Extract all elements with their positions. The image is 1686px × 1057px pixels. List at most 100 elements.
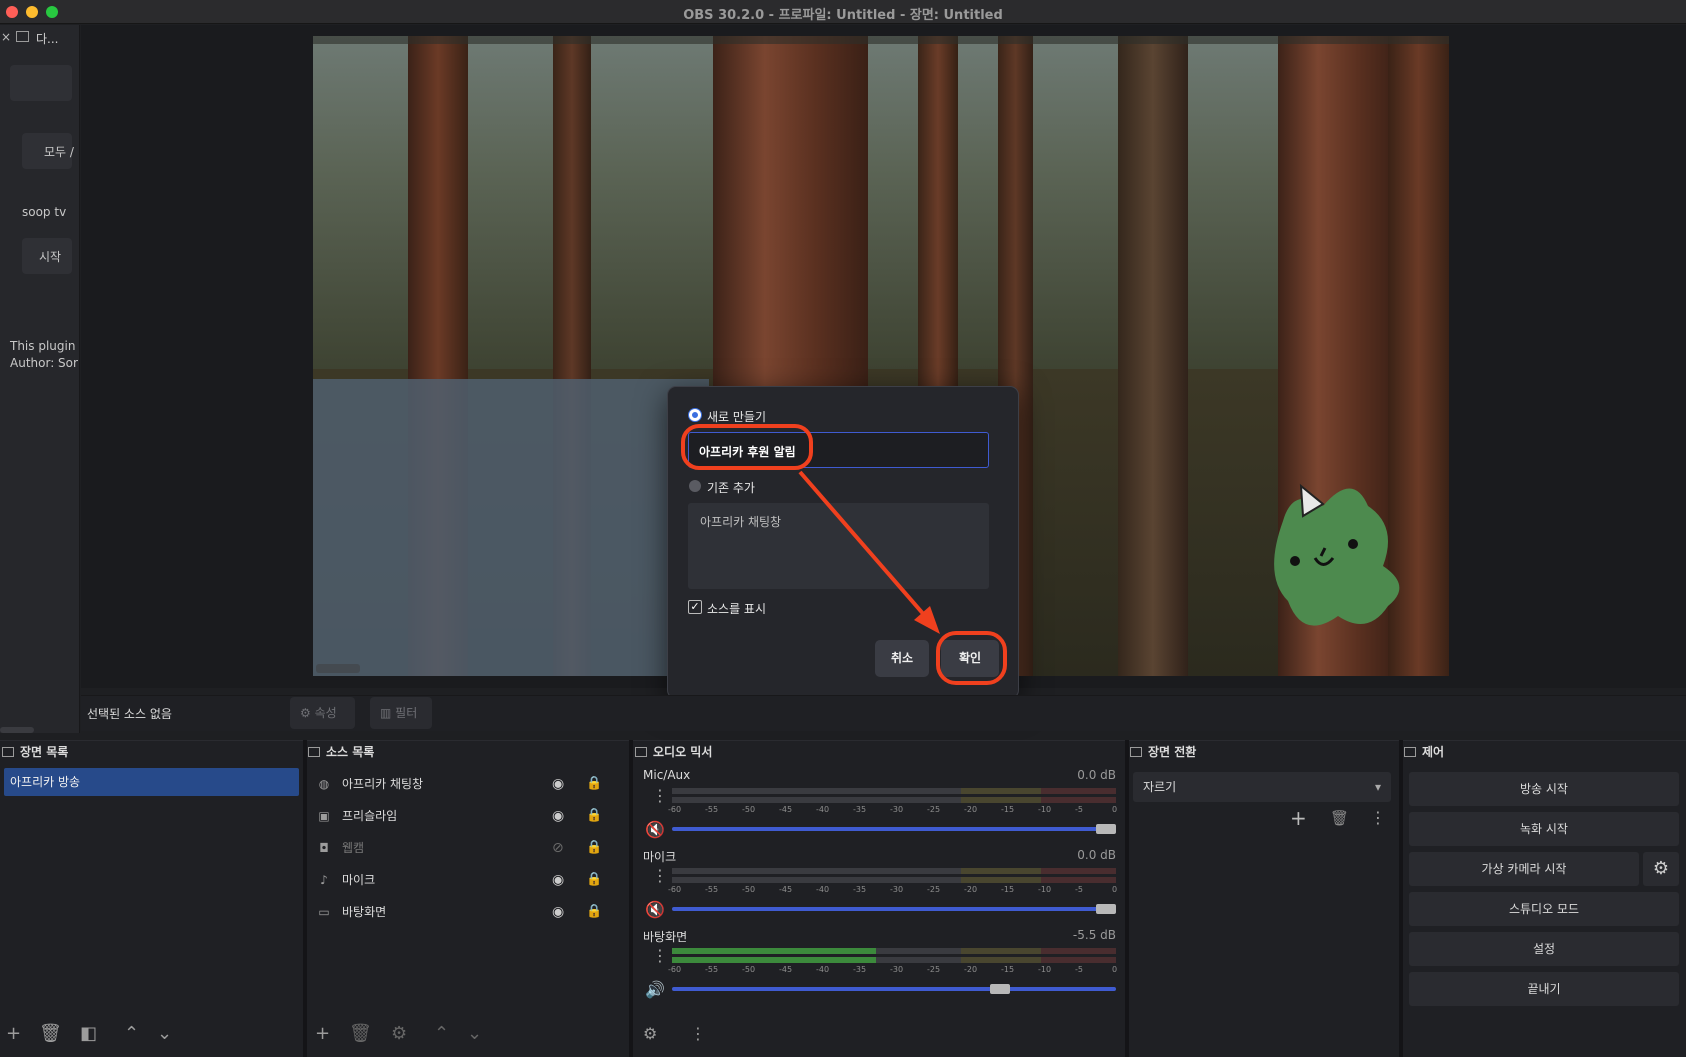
move-up-icon[interactable]: ⌃	[124, 1024, 139, 1044]
level-meter-peak	[1041, 948, 1116, 954]
plugin-info-line2: Author: Sor	[10, 356, 78, 370]
move-down-icon[interactable]: ⌄	[467, 1024, 482, 1044]
transition-select[interactable]: 자르기 ▾	[1133, 772, 1391, 802]
source-row[interactable]: ▭ 바탕화면 ◉ 🔒	[316, 896, 612, 928]
dock-float-icon[interactable]	[635, 747, 647, 757]
volume-fader-track[interactable]	[672, 987, 1116, 991]
virtual-camera-settings-icon[interactable]: ⚙	[1643, 852, 1679, 886]
existing-source-item[interactable]: 아프리카 채팅창	[700, 513, 977, 530]
channel-menu-icon[interactable]: ⋮	[652, 866, 668, 885]
virtual-camera-button[interactable]: 가상 카메라 시작	[1409, 852, 1639, 886]
scale-tick-label: -25	[927, 885, 941, 894]
scene-item[interactable]: 아프리카 방송	[4, 768, 299, 796]
source-name: 프리슬라임	[342, 809, 398, 823]
volume-fader-knob[interactable]	[1096, 904, 1116, 914]
dock-float-icon[interactable]	[2, 747, 14, 757]
lock-icon[interactable]: 🔒	[586, 800, 602, 832]
filters-button[interactable]: ▥ 필터	[370, 697, 432, 729]
source-name-input[interactable]: 아프리카 후원 알림	[688, 432, 989, 468]
muted-speaker-icon[interactable]: 🔇	[645, 900, 665, 919]
plugin-start-label: 시작	[39, 250, 62, 264]
cancel-button[interactable]: 취소	[875, 640, 929, 677]
scale-tick-label: -5	[1075, 885, 1083, 894]
source-row[interactable]: ▣ 프리슬라임 ◉ 🔒	[316, 800, 612, 832]
studio-mode-button[interactable]: 스튜디오 모드	[1409, 892, 1679, 926]
move-up-icon[interactable]: ⌃	[434, 1024, 449, 1044]
scale-tick-label: -25	[927, 965, 941, 974]
channel-db: -5.5 dB	[1072, 928, 1116, 942]
scale-tick-label: -20	[964, 805, 978, 814]
lock-icon[interactable]: 🔒	[586, 864, 602, 896]
channel-name: Mic/Aux	[643, 768, 691, 782]
scale-tick-label: -30	[890, 965, 904, 974]
source-row[interactable]: ◘ 웹캠 ⊘ 🔒	[316, 832, 612, 864]
channel-menu-icon[interactable]: ⋮	[652, 946, 668, 965]
scale-tick-label: 0	[1112, 805, 1118, 814]
scale-tick-label: -30	[890, 805, 904, 814]
muted-speaker-icon[interactable]: 🔇	[645, 820, 665, 839]
scale-tick-label: -10	[1038, 965, 1052, 974]
add-transition-icon[interactable]: +	[1290, 806, 1307, 830]
plugin-field[interactable]	[10, 65, 72, 101]
transition-menu-icon[interactable]: ⋮	[1370, 808, 1386, 827]
channel-menu-icon[interactable]: ⋮	[652, 786, 668, 805]
no-source-label: 선택된 소스 없음	[87, 707, 172, 721]
settings-button[interactable]: 설정	[1409, 932, 1679, 966]
speaker-icon[interactable]: 🔊	[645, 980, 665, 999]
hidden-eye-icon[interactable]: ⊘	[552, 832, 564, 864]
level-meter-warn	[961, 948, 1041, 954]
ok-button[interactable]: 확인	[941, 640, 999, 677]
existing-sources-list[interactable]: 아프리카 채팅창	[688, 503, 989, 589]
transitions-title-text: 장면 전환	[1148, 745, 1197, 759]
source-row[interactable]: ◍ 아프리카 채팅창 ◉ 🔒	[316, 768, 612, 800]
scale-tick-label: -35	[853, 965, 867, 974]
lock-icon[interactable]: 🔒	[586, 768, 602, 800]
visibility-eye-icon[interactable]: ◉	[552, 896, 564, 928]
scale-tick-label: -15	[1001, 885, 1015, 894]
lock-icon[interactable]: 🔒	[586, 832, 602, 864]
dock-close-icon[interactable]: ×	[1, 30, 11, 44]
dock-float-icon[interactable]	[1404, 747, 1416, 757]
add-scene-icon[interactable]: +	[6, 1024, 21, 1044]
source-settings-icon[interactable]: ⚙	[391, 1024, 407, 1044]
scale-tick-label: -50	[742, 885, 756, 894]
mixer-menu-icon[interactable]: ⋮	[690, 1024, 706, 1044]
source-row[interactable]: ♪ 마이크 ◉ 🔒	[316, 864, 612, 896]
scene-filters-icon[interactable]: ◧	[80, 1024, 97, 1044]
browser-source-overlay[interactable]	[313, 379, 709, 676]
radio-existing[interactable]	[689, 480, 701, 492]
exit-button[interactable]: 끝내기	[1409, 972, 1679, 1006]
visibility-eye-icon[interactable]: ◉	[552, 768, 564, 800]
radio-new[interactable]	[689, 409, 701, 421]
add-source-icon[interactable]: +	[315, 1024, 330, 1044]
volume-fader-knob[interactable]	[990, 984, 1010, 994]
volume-fader-track[interactable]	[672, 907, 1116, 911]
dock-scrollbar[interactable]	[0, 727, 34, 733]
controls-dock-title: 제어	[1404, 740, 1444, 764]
visibility-eye-icon[interactable]: ◉	[552, 800, 564, 832]
scale-tick-label: -55	[705, 805, 719, 814]
scale-tick-label: -60	[668, 965, 682, 974]
volume-fader-track[interactable]	[672, 827, 1116, 831]
visibility-eye-icon[interactable]: ◉	[552, 864, 564, 896]
lock-icon[interactable]: 🔒	[586, 896, 602, 928]
start-recording-button[interactable]: 녹화 시작	[1409, 812, 1679, 846]
dock-float-icon[interactable]	[308, 747, 320, 757]
source-name: 웹캠	[342, 841, 365, 855]
remove-scene-icon[interactable]: 🗑	[39, 1024, 62, 1044]
scenes-title-text: 장면 목록	[20, 745, 69, 759]
remove-transition-icon[interactable]: 🗑	[1330, 809, 1349, 827]
properties-button[interactable]: ⚙ 속성	[290, 697, 355, 729]
volume-fader-knob[interactable]	[1096, 824, 1116, 834]
move-down-icon[interactable]: ⌄	[157, 1024, 172, 1044]
dock-float-icon[interactable]	[16, 31, 29, 42]
audio-settings-icon[interactable]: ⚙	[643, 1024, 657, 1044]
radio-new-label: 새로 만들기	[707, 410, 767, 424]
mascot-image	[1274, 483, 1400, 626]
scale-tick-label: -45	[779, 965, 793, 974]
dock-float-icon[interactable]	[1130, 747, 1142, 757]
remove-source-icon[interactable]: 🗑	[349, 1024, 372, 1044]
chevron-down-icon: ▾	[1374, 780, 1381, 794]
start-streaming-button[interactable]: 방송 시작	[1409, 772, 1679, 806]
show-source-checkbox[interactable]: ✓	[688, 600, 702, 614]
